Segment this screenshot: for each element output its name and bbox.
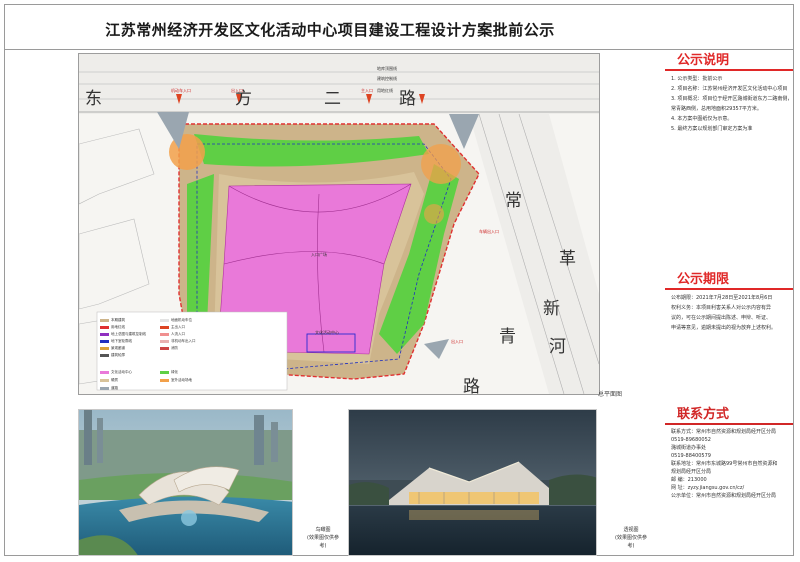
contact-item: 联系方式：常州市自然资源和规划局经开区分局 <box>671 429 777 435</box>
perspective-rendering <box>348 409 597 556</box>
title-bar: 江苏常州经济开发区文化活动中心项目建设工程设计方案批前公示 <box>5 5 793 50</box>
legend-swatch <box>160 325 169 329</box>
legend-item: 景观廊道 <box>111 346 125 350</box>
period-body: 公布期限：2021年7月28日至2021年8月6日 权利义务：本项目利害关系人对… <box>665 290 793 333</box>
legend-item: 室外活动场地 <box>171 378 192 382</box>
birdseye-caption: 鸟瞰图 (效果图仅供参考) <box>305 526 341 550</box>
legend-swatch <box>100 346 109 350</box>
legend-swatch <box>100 332 109 336</box>
legend-item: 绿化 <box>171 370 178 374</box>
center-label: 文化活动中心 <box>315 330 339 335</box>
legend-swatch <box>100 378 109 382</box>
road-name-char: 路 <box>463 377 480 395</box>
legend-swatch <box>160 318 169 322</box>
road-name-char: 二 <box>324 89 341 109</box>
legend-item: 人流入口 <box>171 332 185 336</box>
birdseye-image <box>79 410 292 555</box>
period-item: 议的，可在公示期间提出陈述、申辩、听证、 <box>671 315 772 321</box>
period-section: 公示期限 公布期限：2021年7月28日至2021年8月6日 权利义务：本项目利… <box>665 271 793 333</box>
caption-note: (效果图仅供参考) <box>307 535 339 549</box>
contact-item: 联系地址：常州市东城路99号常州市自然资源和 <box>671 461 778 467</box>
entry-label: 出入口 <box>451 339 463 344</box>
contact-item: 网 址：zyzy.jiangsu.gov.cn/cz/ <box>671 485 745 491</box>
notice-section: 公示说明 1. 公示类型：批前公示 2. 项目名称：江苏常州经济开发区文化活动中… <box>665 52 793 134</box>
legend-item: 消防 <box>171 346 178 350</box>
birdseye-rendering <box>78 409 293 556</box>
entry-label: 机动车入口 <box>171 88 191 93</box>
caption-note: (效果图仅供参考) <box>615 535 647 549</box>
legend-swatch <box>100 370 109 374</box>
legend-item: 用地红线 <box>111 325 125 329</box>
legend-swatch <box>100 318 109 322</box>
entry-label: 出入口 <box>231 88 243 93</box>
legend-swatch <box>100 325 109 329</box>
legend-item: 地上总图与建筑控制线 <box>111 332 146 336</box>
legend-item: 地面机动车位 <box>171 318 192 322</box>
legend-swatch <box>100 353 109 357</box>
legend-swatch <box>160 339 169 343</box>
legend-item: 硬质 <box>111 378 118 382</box>
plaza-label: 入口广场 <box>311 252 327 257</box>
road-name-char: 新 <box>543 299 560 319</box>
contact-item: 公示单位：常州市自然资源和规划局经开区分局 <box>671 493 777 499</box>
notice-item: 4. 本方案中图纸仅为示意。 <box>671 116 733 122</box>
entry-label: 车辆出入口 <box>479 229 499 234</box>
contact-item: 规划局经开区分局 <box>671 469 712 475</box>
perspective-image <box>349 410 596 555</box>
notice-heading: 公示说明 <box>665 52 793 71</box>
period-item: 申请等意见，逾期未提出的视为放弃上述权利。 <box>671 325 777 331</box>
contact-body: 联系方式：常州市自然资源和规划局经开区分局 0519-89680052 潞城街道… <box>665 425 793 500</box>
period-item: 权利义务：本项目利害关系人对公示内容有异 <box>671 305 772 311</box>
legend-swatch <box>160 346 169 350</box>
road-name-char: 青 <box>499 327 516 347</box>
legend-item: 本期建筑 <box>111 318 125 322</box>
legend-item: 地下室轮廓线 <box>111 339 132 343</box>
line-label: 建筑控制线 <box>377 76 397 81</box>
plan-caption: 总平面图 <box>598 391 623 398</box>
perspective-caption: 透视图 (效果图仅供参考) <box>613 526 649 550</box>
line-label: 用地红线 <box>377 88 393 93</box>
road-name-char: 常 <box>505 191 522 211</box>
notice-item: 常青路西侧，总用地面积29357平方米。 <box>671 106 762 112</box>
notice-item: 3. 项目概况：项目位于经开区潞城街道东方二路南侧， <box>671 96 793 102</box>
legend-swatch <box>100 386 109 390</box>
legend-item: 文化活动中心 <box>111 370 132 374</box>
road-name-char: 东 <box>85 89 102 109</box>
notice-item: 2. 项目名称：江苏常州经济开发区文化活动中心项目 <box>671 86 788 92</box>
period-heading: 公示期限 <box>665 271 793 290</box>
contact-heading: 联系方式 <box>665 406 793 425</box>
contact-section: 联系方式 联系方式：常州市自然资源和规划局经开区分局 0519-89680052… <box>665 406 793 500</box>
road-name-char: 河 <box>549 337 566 357</box>
contact-item: 潞城街道办事处 <box>671 445 707 451</box>
legend-swatch <box>100 339 109 343</box>
contact-item: 邮 编：213000 <box>671 477 707 483</box>
entry-label: 主入口 <box>361 88 373 93</box>
road-name-char: 路 <box>399 89 416 109</box>
legend-item: 建筑轮廓 <box>111 353 125 357</box>
contact-item: 0519-89680052 <box>671 437 711 443</box>
notice-body: 1. 公示类型：批前公示 2. 项目名称：江苏常州经济开发区文化活动中心项目 3… <box>665 71 793 134</box>
legend-swatch <box>160 370 169 374</box>
contact-item: 0519-88400579 <box>671 453 711 459</box>
road-name-char: 革 <box>559 249 576 269</box>
caption-title: 鸟瞰图 <box>315 527 331 533</box>
notice-item: 1. 公示类型：批前公示 <box>671 76 723 82</box>
legend-swatch <box>160 332 169 336</box>
caption-title: 透视图 <box>623 527 639 533</box>
period-item: 公布期限：2021年7月28日至2021年8月6日 <box>671 295 773 301</box>
line-label: 地库顶围线 <box>377 66 397 71</box>
site-plan: 东 方 二 路 常 青 路 革 新 河 地库顶围线 建筑控制线 用地红线 机动车… <box>78 53 600 395</box>
notice-item: 5. 最终方案以规划部门审定方案为准 <box>671 126 753 132</box>
legend-swatch <box>160 378 169 382</box>
legend-item: 主出入口 <box>171 325 185 329</box>
legend-item: 道路 <box>111 386 118 390</box>
page-title: 江苏常州经济开发区文化活动中心项目建设工程设计方案批前公示 <box>105 21 555 39</box>
legend-item: 非机动车出入口 <box>171 339 196 343</box>
